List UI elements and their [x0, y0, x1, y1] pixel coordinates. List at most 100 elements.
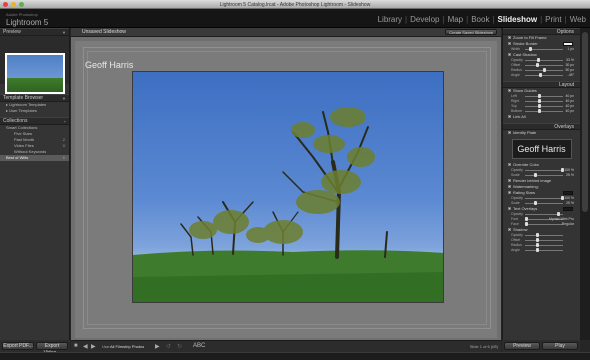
slider-knob[interactable]	[536, 63, 539, 67]
slider-knob[interactable]	[538, 109, 541, 113]
slider-label: Width	[511, 47, 520, 51]
checkbox[interactable]	[508, 53, 511, 57]
module-map[interactable]: Map	[448, 15, 464, 24]
slider-knob[interactable]	[534, 201, 537, 205]
checkbox[interactable]	[508, 36, 511, 40]
collection-label: Smart Collections	[6, 125, 38, 130]
slider-knob[interactable]	[557, 212, 560, 216]
slider-track[interactable]	[525, 250, 563, 251]
use-dropdown[interactable]: All Filmstrip Photos	[110, 344, 144, 349]
checkbox[interactable]	[508, 185, 511, 189]
slider-label: Opacity	[511, 212, 523, 216]
export-pdf-button[interactable]: Export PDF...	[2, 342, 34, 350]
slider-knob[interactable]	[525, 217, 528, 221]
slider-track[interactable]	[525, 65, 563, 66]
slider-knob[interactable]	[536, 238, 539, 242]
preview-button[interactable]: Preview	[504, 342, 540, 350]
slider-track[interactable]	[525, 198, 563, 199]
module-web[interactable]: Web	[570, 15, 586, 24]
checkbox[interactable]	[508, 115, 511, 119]
module-library[interactable]: Library	[378, 15, 402, 24]
rotate-left-icon[interactable]: ↺	[166, 343, 171, 350]
scrollbar-thumb[interactable]	[582, 32, 588, 212]
checkbox[interactable]	[508, 42, 511, 46]
slider-label: Scale	[511, 173, 520, 177]
stop-icon[interactable]: ■	[74, 343, 78, 349]
slider-track[interactable]	[525, 106, 563, 107]
slide-editor: Unsaved Slideshow Create Saved Slideshow…	[71, 28, 501, 340]
template-folder-item[interactable]: ▸ User Templates	[0, 108, 69, 114]
slider-knob[interactable]	[536, 233, 539, 237]
checkbox[interactable]	[508, 163, 511, 167]
checkbox[interactable]	[508, 207, 511, 211]
slider-track[interactable]	[525, 60, 563, 61]
slide-canvas[interactable]: Geoff Harris	[75, 41, 497, 338]
options-panel-header[interactable]: Options	[503, 28, 580, 35]
option-slider[interactable]: Angle -45°	[503, 73, 580, 78]
slider-track[interactable]	[525, 245, 563, 246]
checkbox[interactable]	[508, 131, 511, 135]
module-book[interactable]: Book	[471, 15, 489, 24]
color-swatch[interactable]	[563, 42, 573, 46]
module-develop[interactable]: Develop	[410, 15, 439, 24]
module-separator: |	[442, 15, 445, 24]
collapse-triangle-icon[interactable]: ▼	[62, 95, 66, 102]
slider-track[interactable]	[525, 75, 563, 76]
previous-icon[interactable]: ◀	[83, 343, 88, 350]
option-slider[interactable]: Angle	[503, 248, 580, 253]
slider-track[interactable]	[525, 175, 563, 176]
identity-plate-preview[interactable]: Geoff Harris	[511, 139, 572, 159]
slider-track[interactable]	[525, 111, 563, 112]
left-panel: Preview ▼ Template Browser ▼ ▸ Lightroom…	[0, 28, 70, 340]
collections-header[interactable]: Collections +	[0, 117, 69, 125]
checkbox[interactable]	[508, 89, 511, 93]
template-browser-header[interactable]: Template Browser ▼	[0, 94, 69, 102]
slider-track[interactable]	[525, 224, 563, 225]
add-text-button[interactable]: ABC	[193, 343, 205, 349]
slider-knob[interactable]	[537, 58, 540, 62]
slider-track[interactable]	[525, 101, 563, 102]
slide-editor-header: Unsaved Slideshow Create Saved Slideshow	[71, 28, 501, 37]
slider-knob[interactable]	[538, 104, 541, 108]
layout-panel-header[interactable]: Layout	[503, 81, 580, 88]
export-video-button[interactable]: Export Video...	[36, 342, 68, 356]
slider-label: Opacity	[511, 58, 523, 62]
slider-knob[interactable]	[534, 173, 537, 177]
option-checkbox[interactable]: Link All	[503, 114, 580, 120]
color-swatch[interactable]	[563, 207, 573, 211]
checkbox[interactable]	[508, 228, 511, 232]
checkbox[interactable]	[508, 191, 511, 195]
create-saved-slideshow-button[interactable]: Create Saved Slideshow	[445, 29, 497, 35]
checkbox[interactable]	[508, 179, 511, 183]
next-icon[interactable]: ▶	[91, 343, 96, 350]
slider-knob[interactable]	[538, 99, 541, 103]
collection-item[interactable]: Best of Wilts 6	[0, 155, 69, 161]
identity-plate-overlay[interactable]: Geoff Harris	[85, 60, 133, 70]
slider-track[interactable]	[525, 240, 563, 241]
overlays-panel-header[interactable]: Overlays	[503, 123, 580, 130]
option-checkbox[interactable]: Identity Plate	[503, 130, 580, 136]
preview-play-icon[interactable]: ▶	[155, 343, 160, 350]
add-collection-icon[interactable]: +	[64, 118, 66, 125]
slider-knob[interactable]	[539, 73, 542, 77]
slider-track[interactable]	[525, 203, 563, 204]
slider-track[interactable]	[525, 96, 563, 97]
slider-knob[interactable]	[536, 243, 539, 247]
play-button[interactable]: Play	[542, 342, 578, 350]
collapse-triangle-icon[interactable]: ▼	[62, 29, 66, 36]
slider-knob[interactable]	[543, 68, 546, 72]
preview-panel-header[interactable]: Preview ▼	[0, 28, 69, 36]
module-slideshow[interactable]: Slideshow	[498, 15, 538, 24]
slider-knob[interactable]	[529, 47, 532, 51]
module-picker: Library | Develop | Map | Book | Slideshow | Print…	[378, 15, 586, 24]
slider-knob[interactable]	[538, 94, 541, 98]
module-print[interactable]: Print	[545, 15, 561, 24]
rotate-right-icon[interactable]: ↻	[177, 343, 182, 350]
slider-knob[interactable]	[536, 248, 539, 252]
filmstrip-collapsed[interactable]	[0, 352, 590, 360]
slider-track[interactable]	[525, 170, 563, 171]
right-panel-scrollbar[interactable]	[580, 28, 590, 340]
color-swatch[interactable]	[563, 191, 573, 195]
slider-track[interactable]	[525, 235, 563, 236]
slider-knob[interactable]	[525, 222, 528, 226]
